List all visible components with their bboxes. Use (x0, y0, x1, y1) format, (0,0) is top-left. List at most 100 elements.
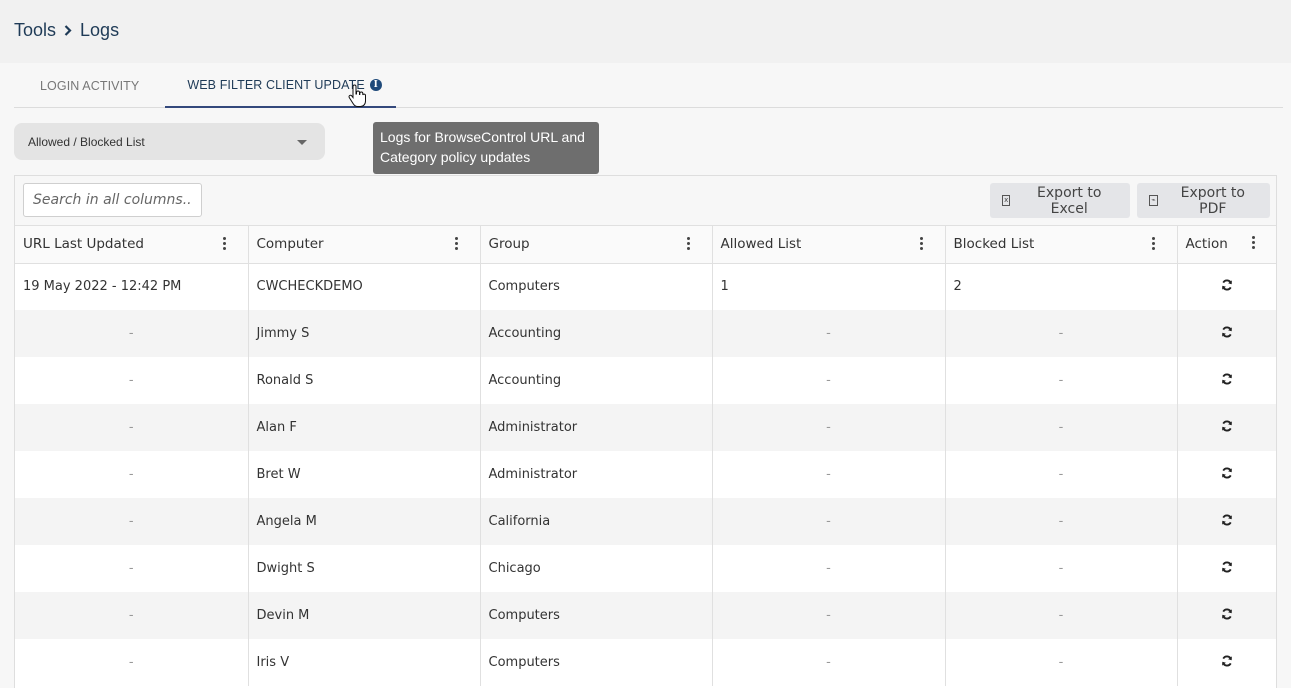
cell-computer: Angela M (248, 498, 481, 545)
refresh-icon[interactable] (1221, 420, 1233, 432)
column-title: Allowed List (720, 236, 802, 253)
chevron-right-icon (64, 25, 72, 36)
cell-allowed-list: 1 (712, 263, 946, 310)
cell-url-last-updated: - (15, 545, 249, 592)
refresh-icon[interactable] (1221, 608, 1233, 620)
cell-computer: CWCHECKDEMO (248, 263, 481, 310)
column-menu-icon[interactable] (919, 237, 923, 250)
table-row[interactable]: - Devin M Computers - - (15, 592, 1276, 639)
info-tooltip: Logs for BrowseControl URL and Category … (373, 122, 599, 174)
table-row[interactable]: - Iris V Computers - - (15, 639, 1276, 686)
column-title: Action (1185, 236, 1228, 253)
cell-computer: Devin M (248, 592, 481, 639)
table-row[interactable]: - Ronald S Accounting - - (15, 357, 1276, 404)
column-header-group[interactable]: Group (480, 226, 713, 264)
cell-allowed-list: - (712, 357, 946, 404)
column-title: Computer (256, 236, 324, 253)
cell-allowed-list: - (712, 592, 946, 639)
refresh-icon[interactable] (1221, 467, 1233, 479)
pdf-file-icon: ⌁ (1149, 195, 1158, 206)
cell-computer: Ronald S (248, 357, 481, 404)
refresh-icon[interactable] (1221, 373, 1233, 385)
cell-computer: Alan F (248, 404, 481, 451)
select-value: Allowed / Blocked List (28, 134, 145, 149)
table-row[interactable]: - Jimmy S Accounting - - (15, 310, 1276, 357)
cell-group: Administrator (480, 451, 713, 498)
cell-blocked-list: - (945, 592, 1178, 639)
export-pdf-label: Export to PDF (1180, 184, 1245, 217)
cell-blocked-list: - (945, 639, 1178, 686)
cell-action (1177, 592, 1276, 639)
tab-login-activity[interactable]: LOGIN ACTIVITY (14, 63, 165, 108)
cell-computer: Jimmy S (248, 310, 481, 357)
refresh-icon[interactable] (1221, 561, 1233, 573)
cell-blocked-list: - (945, 498, 1178, 545)
info-icon[interactable]: i (369, 78, 382, 91)
table-row[interactable]: - Bret W Administrator - - (15, 451, 1276, 498)
table-row[interactable]: - Dwight S Chicago - - (15, 545, 1276, 592)
export-excel-label: Export to Excel (1037, 184, 1102, 217)
search-input[interactable] (23, 183, 202, 217)
cell-action (1177, 357, 1276, 404)
cell-blocked-list: - (945, 545, 1178, 592)
cell-group: Computers (480, 639, 713, 686)
breadcrumb: Tools Logs (14, 20, 1277, 41)
column-menu-icon[interactable] (1151, 237, 1155, 250)
column-menu-icon[interactable] (686, 237, 690, 250)
cell-allowed-list: - (712, 545, 946, 592)
cell-allowed-list: - (712, 451, 946, 498)
tab-label: WEB FILTER CLIENT UPDATE (187, 77, 365, 92)
table-row[interactable]: - Angela M California - - (15, 498, 1276, 545)
cell-blocked-list: - (945, 357, 1178, 404)
column-header-blocked-list[interactable]: Blocked List (945, 226, 1178, 264)
cell-action (1177, 451, 1276, 498)
column-menu-icon[interactable] (1252, 236, 1255, 249)
tab-label: LOGIN ACTIVITY (40, 78, 140, 93)
table-row[interactable]: 19 May 2022 - 12:42 PM CWCHECKDEMO Compute… (15, 263, 1276, 310)
list-type-select[interactable]: Allowed / Blocked List (14, 123, 325, 160)
export-pdf-button[interactable]: ⌁ Export to PDF (1137, 183, 1270, 218)
cell-group: Computers (480, 263, 713, 310)
cell-group: Administrator (480, 404, 713, 451)
cell-url-last-updated: - (15, 498, 249, 545)
cell-action (1177, 545, 1276, 592)
grid-toolbar: x Export to Excel ⌁ Export to PDF (15, 176, 1276, 226)
cell-allowed-list: - (712, 639, 946, 686)
column-title: URL Last Updated (23, 236, 144, 253)
breadcrumb-logs: Logs (80, 20, 120, 40)
table-row[interactable]: - Alan F Administrator - - (15, 404, 1276, 451)
column-header-action[interactable]: Action (1177, 226, 1276, 264)
caret-down-icon (297, 140, 307, 145)
refresh-icon[interactable] (1221, 514, 1233, 526)
column-menu-icon[interactable] (222, 237, 226, 250)
cell-url-last-updated: - (15, 451, 249, 498)
cell-computer: Dwight S (248, 545, 481, 592)
cell-action (1177, 310, 1276, 357)
cell-url-last-updated: - (15, 357, 249, 404)
column-header-url-last-updated[interactable]: URL Last Updated (15, 226, 249, 264)
cell-allowed-list: - (712, 498, 946, 545)
column-header-allowed-list[interactable]: Allowed List (712, 226, 946, 264)
column-title: Group (488, 236, 530, 253)
refresh-icon[interactable] (1221, 655, 1233, 667)
column-header-computer[interactable]: Computer (248, 226, 481, 264)
logs-grid: x Export to Excel ⌁ Export to PDF URL La… (14, 175, 1277, 688)
header-row: URL Last Updated Computer Group Allowed … (15, 226, 1276, 264)
column-menu-icon[interactable] (454, 237, 458, 250)
cell-blocked-list: - (945, 404, 1178, 451)
cell-group: Accounting (480, 310, 713, 357)
cell-group: Accounting (480, 357, 713, 404)
export-excel-button[interactable]: x Export to Excel (990, 183, 1130, 218)
refresh-icon[interactable] (1221, 279, 1233, 291)
cell-blocked-list: - (945, 310, 1178, 357)
cell-url-last-updated: - (15, 639, 249, 686)
cell-url-last-updated: 19 May 2022 - 12:42 PM (15, 263, 249, 310)
excel-file-icon: x (1002, 195, 1011, 206)
tab-bar: LOGIN ACTIVITY WEB FILTER CLIENT UPDATE … (14, 63, 1283, 108)
hand-pointer-cursor-icon (348, 84, 366, 113)
cell-group: Computers (480, 592, 713, 639)
cell-group: California (480, 498, 713, 545)
breadcrumb-tools[interactable]: Tools (14, 20, 56, 41)
cell-url-last-updated: - (15, 592, 249, 639)
refresh-icon[interactable] (1221, 326, 1233, 338)
